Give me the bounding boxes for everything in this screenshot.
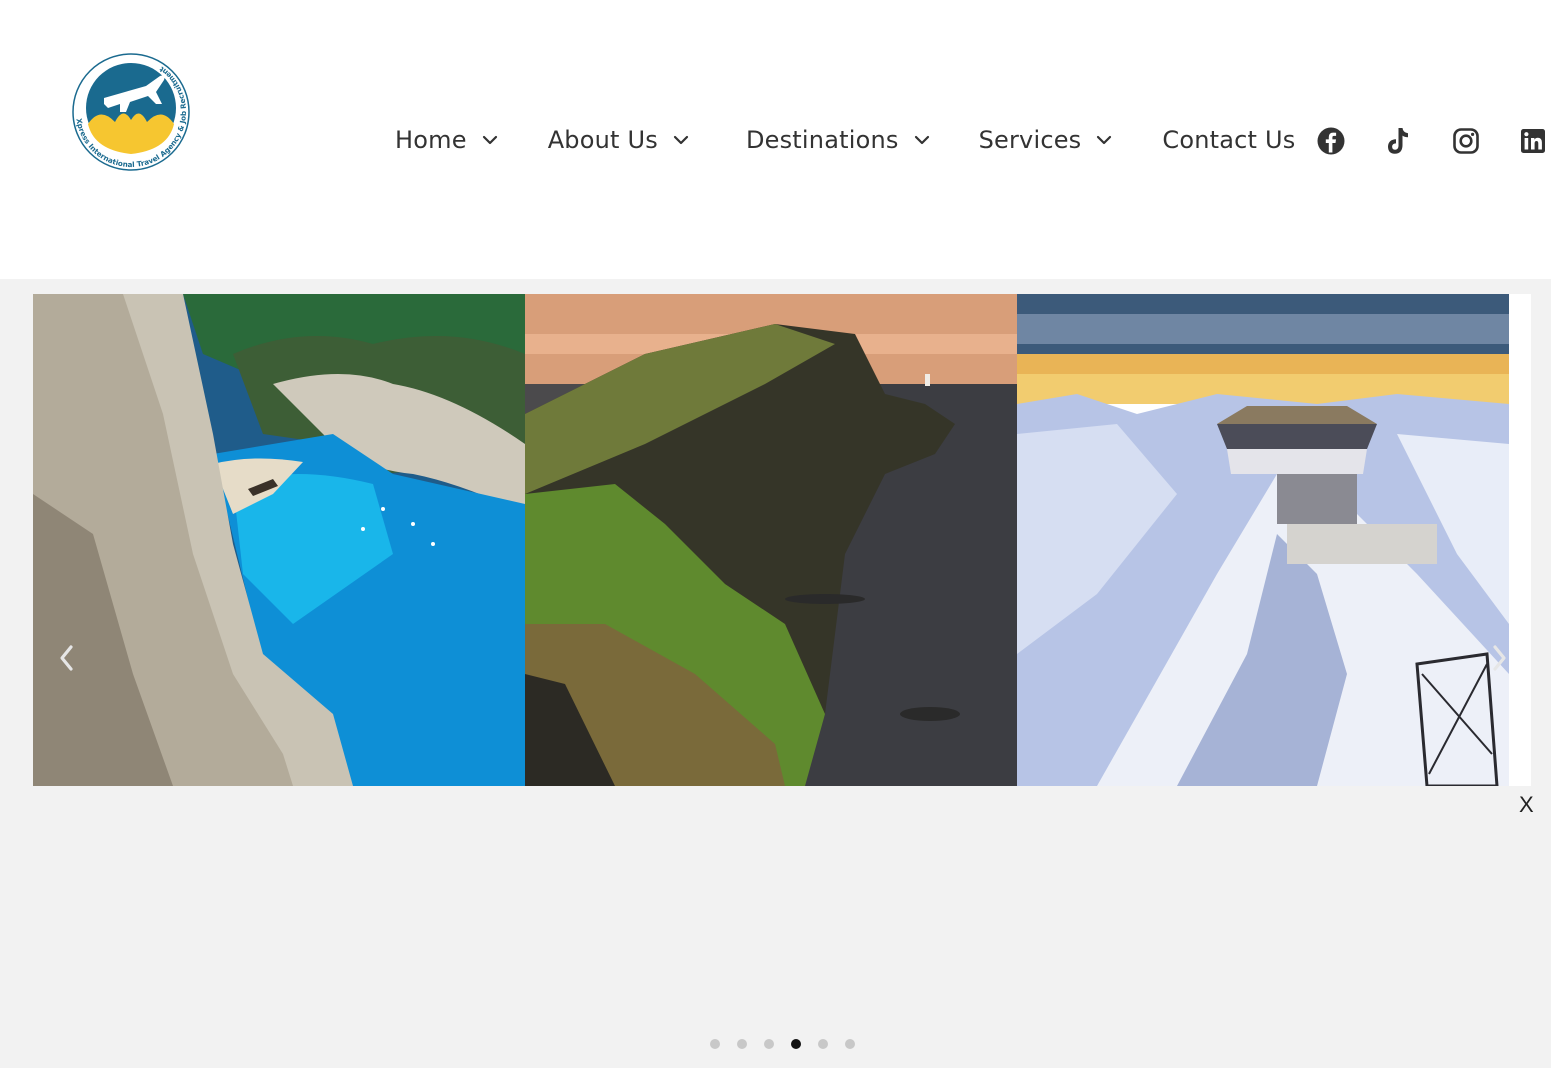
site-header: Xpress International Travel Agency & Job… [0, 0, 1551, 279]
sea-cliffs-image [525, 294, 1017, 786]
nav-contact-us-label: Contact Us [1162, 126, 1296, 154]
nav-services-label: Services [978, 126, 1082, 154]
nav-destinations[interactable]: Destinations [746, 126, 931, 154]
chevron-down-icon [913, 131, 931, 149]
image-carousel[interactable] [33, 294, 1531, 786]
carousel-prev-button[interactable] [55, 643, 79, 673]
nav-about-us-label: About Us [547, 126, 658, 154]
carousel-dot-active[interactable] [791, 1039, 801, 1049]
nav-contact-us[interactable]: Contact Us [1162, 126, 1295, 154]
carousel-dot[interactable] [818, 1039, 828, 1049]
chevron-down-icon [481, 131, 499, 149]
tiktok-icon[interactable] [1383, 126, 1413, 156]
chevron-left-icon [60, 645, 73, 671]
logo-emblem: Xpress International Travel Agency & Job… [72, 53, 190, 171]
nav-home[interactable]: Home [395, 126, 499, 154]
carousel-dot[interactable] [764, 1039, 774, 1049]
linkedin-icon[interactable] [1518, 126, 1545, 156]
carousel-slide-cliffs[interactable] [525, 294, 1017, 786]
carousel-slide-summit[interactable] [1017, 294, 1509, 786]
site-logo[interactable]: Xpress International Travel Agency & Job… [60, 46, 202, 178]
carousel-slide-beach[interactable] [33, 294, 525, 786]
facebook-icon[interactable] [1316, 126, 1346, 156]
carousel-dot[interactable] [845, 1039, 855, 1049]
chevron-down-icon [672, 131, 690, 149]
carousel-dot[interactable] [710, 1039, 720, 1049]
nav-destinations-label: Destinations [745, 126, 899, 154]
nav-services[interactable]: Services [979, 126, 1114, 154]
chevron-down-icon [1095, 131, 1113, 149]
snowy-summit-image [1017, 294, 1509, 786]
carousel-pagination [710, 1039, 872, 1049]
carousel-dot[interactable] [737, 1039, 747, 1049]
main-navigation: Home About Us Destinations Services Cont… [395, 118, 1295, 162]
nav-home-label: Home [395, 126, 467, 154]
chevron-right-icon [1493, 645, 1506, 671]
nav-about-us[interactable]: About Us [548, 126, 690, 154]
beach-cove-image [33, 294, 525, 786]
instagram-icon[interactable] [1451, 126, 1481, 156]
close-button[interactable]: X [1519, 792, 1534, 818]
carousel-next-button[interactable] [1487, 643, 1511, 673]
